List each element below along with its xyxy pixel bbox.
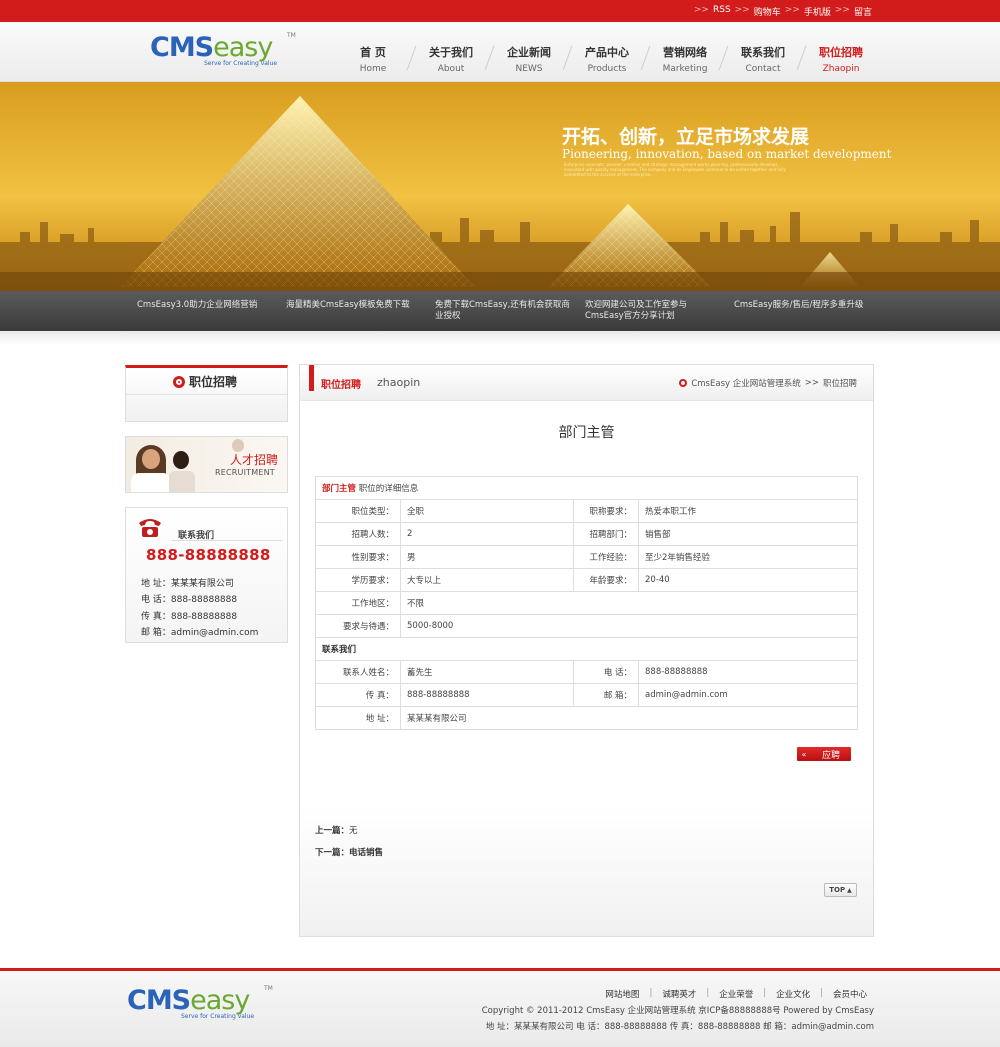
footer-link-sitemap[interactable]: 网站地图 xyxy=(605,988,639,1000)
contact-fax: 传 真：888-88888888 xyxy=(141,612,238,622)
telephone-icon xyxy=(139,519,161,537)
pyramid-illustration xyxy=(0,96,1000,291)
main-content: 职位招聘 zhaopin CmsEasy 企业网站管理系统 >> 职位招聘 部门… xyxy=(299,364,874,937)
content-header: 职位招聘 zhaopin CmsEasy 企业网站管理系统 >> 职位招聘 xyxy=(300,365,873,401)
footer-link-members[interactable]: 会员中心 xyxy=(833,988,867,1000)
table-row: 招聘人数： 2 招聘部门： 销售部 xyxy=(315,522,858,546)
person-image xyxy=(131,445,171,492)
breadcrumb-dot-icon xyxy=(679,379,688,387)
prev-article: 上一篇：无 xyxy=(315,826,358,836)
double-chevron-left-icon: « xyxy=(801,749,807,759)
recruitment-cn: 人才招聘 xyxy=(230,453,279,467)
guestbook-link[interactable]: 留言 xyxy=(854,5,872,18)
target-icon xyxy=(173,375,185,388)
recruitment-banner[interactable]: 人才招聘 RECRUITMENT xyxy=(125,436,288,493)
job-detail-table: 部门主管 职位的详细信息 职位类型： 全职 职称要求： 热爱本职工作 招聘人数：… xyxy=(315,476,858,730)
contact-section-title: 联系我们 xyxy=(315,637,858,661)
table-row: 要求与待遇： 5000-8000 xyxy=(315,614,858,638)
sidebar-title[interactable]: 职位招聘 xyxy=(189,373,237,390)
breadcrumb-current[interactable]: 职位招聘 xyxy=(823,377,857,389)
cart-link[interactable]: 购物车 xyxy=(754,5,781,18)
nav-about[interactable]: 关于我们 About xyxy=(412,44,495,74)
news-item[interactable]: CmsEasy服务/售后/程序多重升级 xyxy=(734,300,869,311)
footer-link-culture[interactable]: 企业文化 xyxy=(776,988,810,1000)
back-to-top-button[interactable]: TOP ▲ xyxy=(824,883,857,897)
contact-hotline: 888-88888888 xyxy=(146,546,271,564)
news-item[interactable]: 免费下载CmsEasy,还有机会获取商业授权 xyxy=(435,300,570,322)
main-nav: 首 页 Home 关于我们 About 企业新闻 NEWS 产品中心 Products … xyxy=(334,44,880,100)
contact-phone: 电 话：888-88888888 xyxy=(141,595,238,605)
table-row: 职位类型： 全职 职称要求： 热爱本职工作 xyxy=(315,499,858,523)
footer-link-jobs[interactable]: 诚聘英才 xyxy=(662,988,696,1000)
sidebar-title-box: 职位招聘 xyxy=(125,365,288,422)
nav-zhaopin[interactable]: 职位招聘 Zhaopin xyxy=(802,44,880,100)
top-links: >> RSS >> 购物车 >> 手机版 >> 留言 xyxy=(693,5,872,18)
nav-marketing[interactable]: 营销网络 Marketing xyxy=(646,44,729,74)
table-row: 学历要求： 大专以上 年龄要求： 20-40 xyxy=(315,568,858,592)
footer-link-honors[interactable]: 企业荣誉 xyxy=(719,988,753,1000)
contact-email: 邮 箱：admin@admin.com xyxy=(141,628,259,638)
footer-logo[interactable]: CMSeasy TM Serve for Creating value xyxy=(127,985,273,1020)
table-row: 传 真： 888-88888888 邮 箱： admin@admin.com xyxy=(315,683,858,707)
mobile-link[interactable]: 手机版 xyxy=(804,5,831,18)
banner-slogan-en: Pioneering, innovation, based on market … xyxy=(562,147,892,161)
content-header-en: zhaopin xyxy=(377,376,421,389)
table-row: 地 址： 某某某有限公司 xyxy=(315,706,858,730)
site-logo[interactable]: CMSeasy TM Serve for Creating value xyxy=(150,32,296,67)
table-row: 性别要求： 男 工作经验： 至少2年销售经验 xyxy=(315,545,858,569)
triangle-up-icon: ▲ xyxy=(847,886,852,894)
nav-products[interactable]: 产品中心 Products xyxy=(568,44,651,74)
nav-contact[interactable]: 联系我们 Contact xyxy=(724,44,807,74)
job-title: 部门主管 xyxy=(558,425,615,441)
table-row: 联系人姓名： 蓄先生 电 话： 888-88888888 xyxy=(315,660,858,684)
hero-banner: 开拓、创新，立足市场求发展 Pioneering, innovation, ba… xyxy=(0,82,1000,291)
content-header-cn: 职位招聘 xyxy=(321,380,361,391)
nav-news[interactable]: 企业新闻 NEWS xyxy=(490,44,573,74)
footer-copyright: Copyright © 2011-2012 CmsEasy 企业网站管理系统 京… xyxy=(481,1006,874,1016)
footer: CMSeasy TM Serve for Creating value 网站地图… xyxy=(0,971,1000,1047)
banner-slogan-small: Enterprise concepts: pioneer, creative a… xyxy=(564,162,786,177)
banner-slogan-cn: 开拓、创新，立足市场求发展 xyxy=(562,126,810,148)
recruitment-en: RECRUITMENT xyxy=(215,468,275,477)
contact-address: 地 址：某某某有限公司 xyxy=(141,579,234,589)
breadcrumb-home[interactable]: CmsEasy 企业网站管理系统 xyxy=(691,377,800,389)
table-row: 工作地区： 不限 xyxy=(315,591,858,615)
news-item[interactable]: CmsEasy3.0助力企业网络营销 xyxy=(137,300,272,311)
nav-home[interactable]: 首 页 Home xyxy=(334,44,417,74)
person-image xyxy=(169,449,195,492)
news-bar: CmsEasy3.0助力企业网络营销 海量精美CmsEasy模板免费下载 免费下… xyxy=(0,291,1000,331)
news-item[interactable]: 海量精美CmsEasy模板免费下载 xyxy=(286,300,421,311)
apply-button[interactable]: « 应聘 xyxy=(797,747,851,761)
footer-address: 地 址：某某某有限公司 电 话：888-88888888 传 真：888-888… xyxy=(485,1022,874,1032)
breadcrumb: CmsEasy 企业网站管理系统 >> 职位招聘 xyxy=(679,377,857,389)
sidebar-contact: 联系我们 888-88888888 地 址：某某某有限公司 电 话：888-88… xyxy=(125,507,288,643)
footer-links: 网站地图 | 诚聘英才 | 企业荣誉 | 企业文化 | 会员中心 xyxy=(605,988,867,1000)
next-article: 下一篇：电话销售 xyxy=(315,848,384,858)
top-bar: >> RSS >> 购物车 >> 手机版 >> 留言 xyxy=(0,0,1000,22)
news-item[interactable]: 欢迎网建公司及工作室参与CmsEasy官方分享计划 xyxy=(585,300,720,322)
header: CMSeasy TM Serve for Creating value 首 页H… xyxy=(0,22,1000,100)
rss-link[interactable]: RSS xyxy=(713,5,731,18)
